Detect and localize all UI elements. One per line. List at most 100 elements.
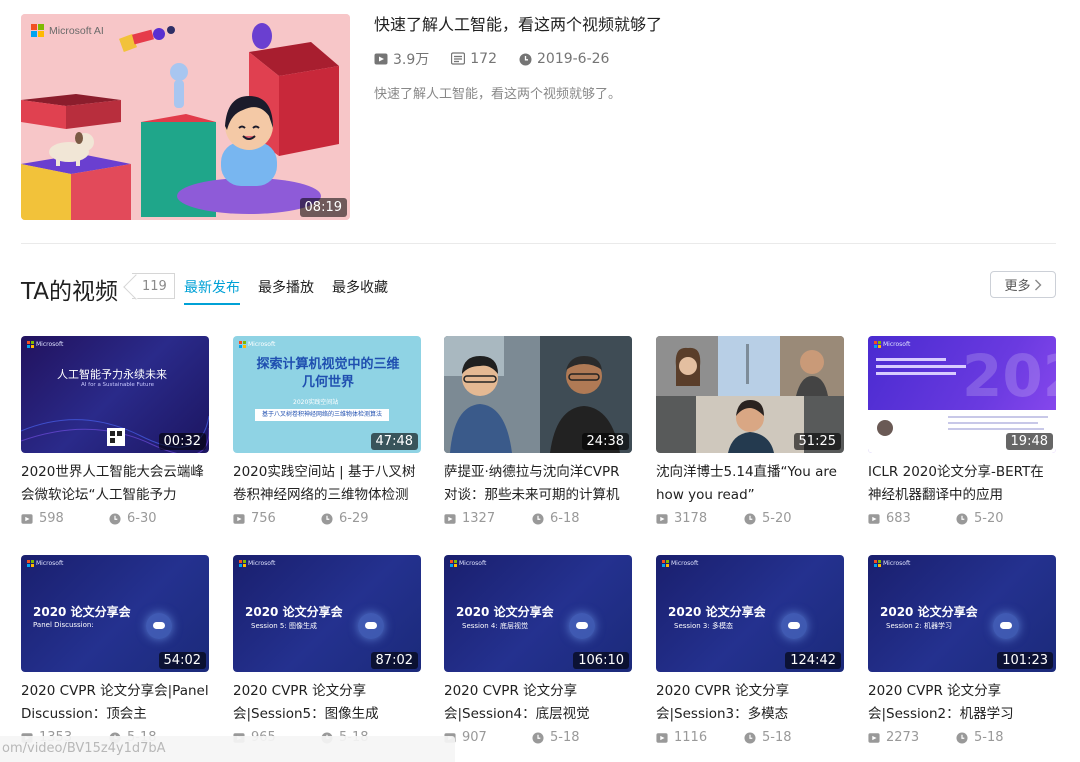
video-duration: 24:38 bbox=[581, 433, 629, 450]
clock-icon bbox=[532, 731, 544, 744]
video-thumbnail[interactable]: Microsoft 2020 论文分享会 Session 3: 多模态 124:… bbox=[656, 555, 844, 672]
video-thumbnail[interactable]: Microsoft 2020 论文分享会 Panel Discussion: 5… bbox=[21, 555, 209, 672]
clock-icon bbox=[321, 512, 333, 525]
video-card: Microsoft 2020 论文分享会 Session 4: 底层视觉 106… bbox=[444, 555, 632, 745]
clock-icon bbox=[532, 512, 544, 525]
play-count: 598 bbox=[21, 511, 109, 526]
microsoft-logo: Microsoft bbox=[239, 341, 275, 348]
video-thumbnail[interactable]: Microsoft 人工智能予力永续未来 AI for a Sustainabl… bbox=[21, 336, 209, 453]
video-title[interactable]: 2020 CVPR 论文分享会|Session3：多模态 bbox=[656, 680, 844, 726]
upload-date: 6-29 bbox=[321, 511, 409, 526]
video-count-badge: 119 bbox=[132, 273, 175, 299]
featured-thumbnail[interactable]: Microsoft AI 08:19 bbox=[21, 14, 350, 220]
video-card: Microsoft 探索计算机视觉中的三维几何世界 2020实践空间站 基于八叉… bbox=[233, 336, 421, 526]
tab-most-favorited[interactable]: 最多收藏 bbox=[332, 270, 388, 305]
microsoft-logo: Microsoft bbox=[239, 560, 275, 567]
upload-date: 5-18 bbox=[532, 730, 620, 745]
video-duration: 08:19 bbox=[299, 198, 347, 217]
thumbnail-subtitle: Session 2: 机器学习 bbox=[886, 622, 952, 630]
play-icon bbox=[868, 513, 880, 524]
upload-date: 5-18 bbox=[956, 730, 1044, 745]
danmaku-icon bbox=[451, 52, 466, 65]
video-title[interactable]: 萨提亚·纳德拉与沈向洋CVPR对谈：那些未来可期的计算机 bbox=[444, 461, 632, 507]
video-duration: 00:32 bbox=[158, 433, 206, 450]
featured-illustration bbox=[21, 14, 350, 220]
thumbnail-subtitle: Panel Discussion: bbox=[33, 621, 94, 629]
chevron-right-icon bbox=[1034, 279, 1041, 290]
tab-most-played[interactable]: 最多播放 bbox=[258, 270, 314, 305]
video-card: Microsoft 2020 论文分享会 Panel Discussion: 5… bbox=[21, 555, 209, 745]
play-icon bbox=[233, 513, 245, 524]
video-thumbnail[interactable]: Microsoft 2020 论文分享会 Session 2: 机器学习 101… bbox=[868, 555, 1056, 672]
section-title: TA的视频 bbox=[21, 279, 118, 305]
cloud-icon bbox=[569, 613, 595, 639]
play-count: 907 bbox=[444, 730, 532, 745]
video-card: 51:25 沈向洋博士5.14直播“You are how you read” … bbox=[656, 336, 844, 526]
upload-date: 6-18 bbox=[532, 511, 620, 526]
video-card: Microsoft 202 19:48 ICLR 2020论文分享-BERT在神… bbox=[868, 336, 1056, 526]
video-thumbnail[interactable]: 51:25 bbox=[656, 336, 844, 453]
video-thumbnail[interactable]: 24:38 bbox=[444, 336, 632, 453]
video-thumbnail[interactable]: Microsoft 2020 论文分享会 Session 5: 图像生成 87:… bbox=[233, 555, 421, 672]
microsoft-logo: Microsoft bbox=[27, 560, 63, 567]
play-count: 1327 bbox=[444, 511, 532, 526]
thumbnail-headline: 2020 论文分享会 bbox=[880, 605, 978, 619]
cloud-icon bbox=[358, 613, 384, 639]
more-button[interactable]: 更多 bbox=[990, 271, 1056, 298]
thumbnail-headline: 2020 论文分享会 bbox=[245, 605, 343, 619]
play-count: 1116 bbox=[656, 730, 744, 745]
play-icon bbox=[656, 732, 668, 743]
danmaku-count: 172 bbox=[451, 51, 497, 67]
video-title[interactable]: 2020实践空间站 | 基于八叉树卷积神经网络的三维物体检测 bbox=[233, 461, 421, 507]
status-url: om/video/BV15z4y1d7bA bbox=[0, 736, 455, 762]
featured-description: 快速了解人工智能，看这两个视频就够了。 bbox=[374, 87, 622, 102]
video-thumbnail[interactable]: Microsoft 探索计算机视觉中的三维几何世界 2020实践空间站 基于八叉… bbox=[233, 336, 421, 453]
video-duration: 124:42 bbox=[785, 652, 841, 669]
clock-icon bbox=[519, 53, 532, 65]
featured-title[interactable]: 快速了解人工智能，看这两个视频就够了 bbox=[374, 14, 1054, 36]
play-count: 2273 bbox=[868, 730, 956, 745]
microsoft-logo: Microsoft bbox=[450, 560, 486, 567]
thumbnail-headline: 2020 论文分享会 bbox=[33, 605, 131, 619]
video-thumbnail[interactable]: Microsoft 2020 论文分享会 Session 4: 底层视觉 106… bbox=[444, 555, 632, 672]
clock-icon bbox=[744, 731, 756, 744]
video-card: Microsoft 2020 论文分享会 Session 5: 图像生成 87:… bbox=[233, 555, 421, 745]
section-header: TA的视频 119 最新发布 最多播放 最多收藏 更多 bbox=[21, 270, 1056, 305]
tab-latest[interactable]: 最新发布 bbox=[184, 270, 240, 305]
video-duration: 106:10 bbox=[573, 652, 629, 669]
microsoft-logo: Microsoft bbox=[874, 560, 910, 567]
microsoft-ai-logo: Microsoft AI bbox=[31, 24, 104, 37]
video-duration: 54:02 bbox=[158, 652, 206, 669]
video-duration: 87:02 bbox=[370, 652, 418, 669]
play-count: 3.9万 bbox=[374, 49, 429, 69]
play-icon bbox=[656, 513, 668, 524]
play-count: 683 bbox=[868, 511, 956, 526]
video-title[interactable]: 2020世界人工智能大会云端峰会微软论坛“人工智能予力 bbox=[21, 461, 209, 507]
video-title[interactable]: 2020 CVPR 论文分享会|Panel Discussion：顶会主 bbox=[21, 680, 209, 726]
upload-date: 5-20 bbox=[744, 511, 832, 526]
video-duration: 51:25 bbox=[793, 433, 841, 450]
thumbnail-subtitle: AI for a Sustainable Future bbox=[81, 382, 154, 388]
clock-icon bbox=[744, 512, 756, 525]
thumbnail-subtitle: Session 4: 底层视觉 bbox=[462, 622, 528, 630]
video-card: Microsoft 2020 论文分享会 Session 3: 多模态 124:… bbox=[656, 555, 844, 745]
cloud-icon bbox=[146, 613, 172, 639]
video-title[interactable]: 沈向洋博士5.14直播“You are how you read” bbox=[656, 461, 844, 507]
cloud-icon bbox=[993, 613, 1019, 639]
thumbnail-subtitle: 2020实践空间站 bbox=[293, 399, 339, 406]
thumbnail-headline: 人工智能予力永续未来 bbox=[57, 368, 167, 381]
video-title[interactable]: ICLR 2020论文分享-BERT在神经机器翻译中的应用 bbox=[868, 461, 1056, 507]
video-title[interactable]: 2020 CVPR 论文分享会|Session4：底层视觉 bbox=[444, 680, 632, 726]
play-icon bbox=[868, 732, 880, 743]
video-duration: 101:23 bbox=[997, 652, 1053, 669]
featured-video: Microsoft AI 08:19 快速了解人工智能，看这两个视频就够了 3.… bbox=[21, 14, 1061, 224]
sort-tabs: 最新发布 最多播放 最多收藏 bbox=[184, 270, 406, 305]
video-thumbnail[interactable]: Microsoft 202 19:48 bbox=[868, 336, 1056, 453]
video-title[interactable]: 2020 CVPR 论文分享会|Session5：图像生成 bbox=[233, 680, 421, 726]
upload-date: 5-20 bbox=[956, 511, 1044, 526]
clock-icon bbox=[109, 512, 121, 525]
video-card: Microsoft 2020 论文分享会 Session 2: 机器学习 101… bbox=[868, 555, 1056, 745]
video-title[interactable]: 2020 CVPR 论文分享会|Session2：机器学习 bbox=[868, 680, 1056, 726]
thumbnail-subtitle: Session 3: 多模态 bbox=[674, 622, 733, 630]
divider bbox=[21, 243, 1056, 244]
